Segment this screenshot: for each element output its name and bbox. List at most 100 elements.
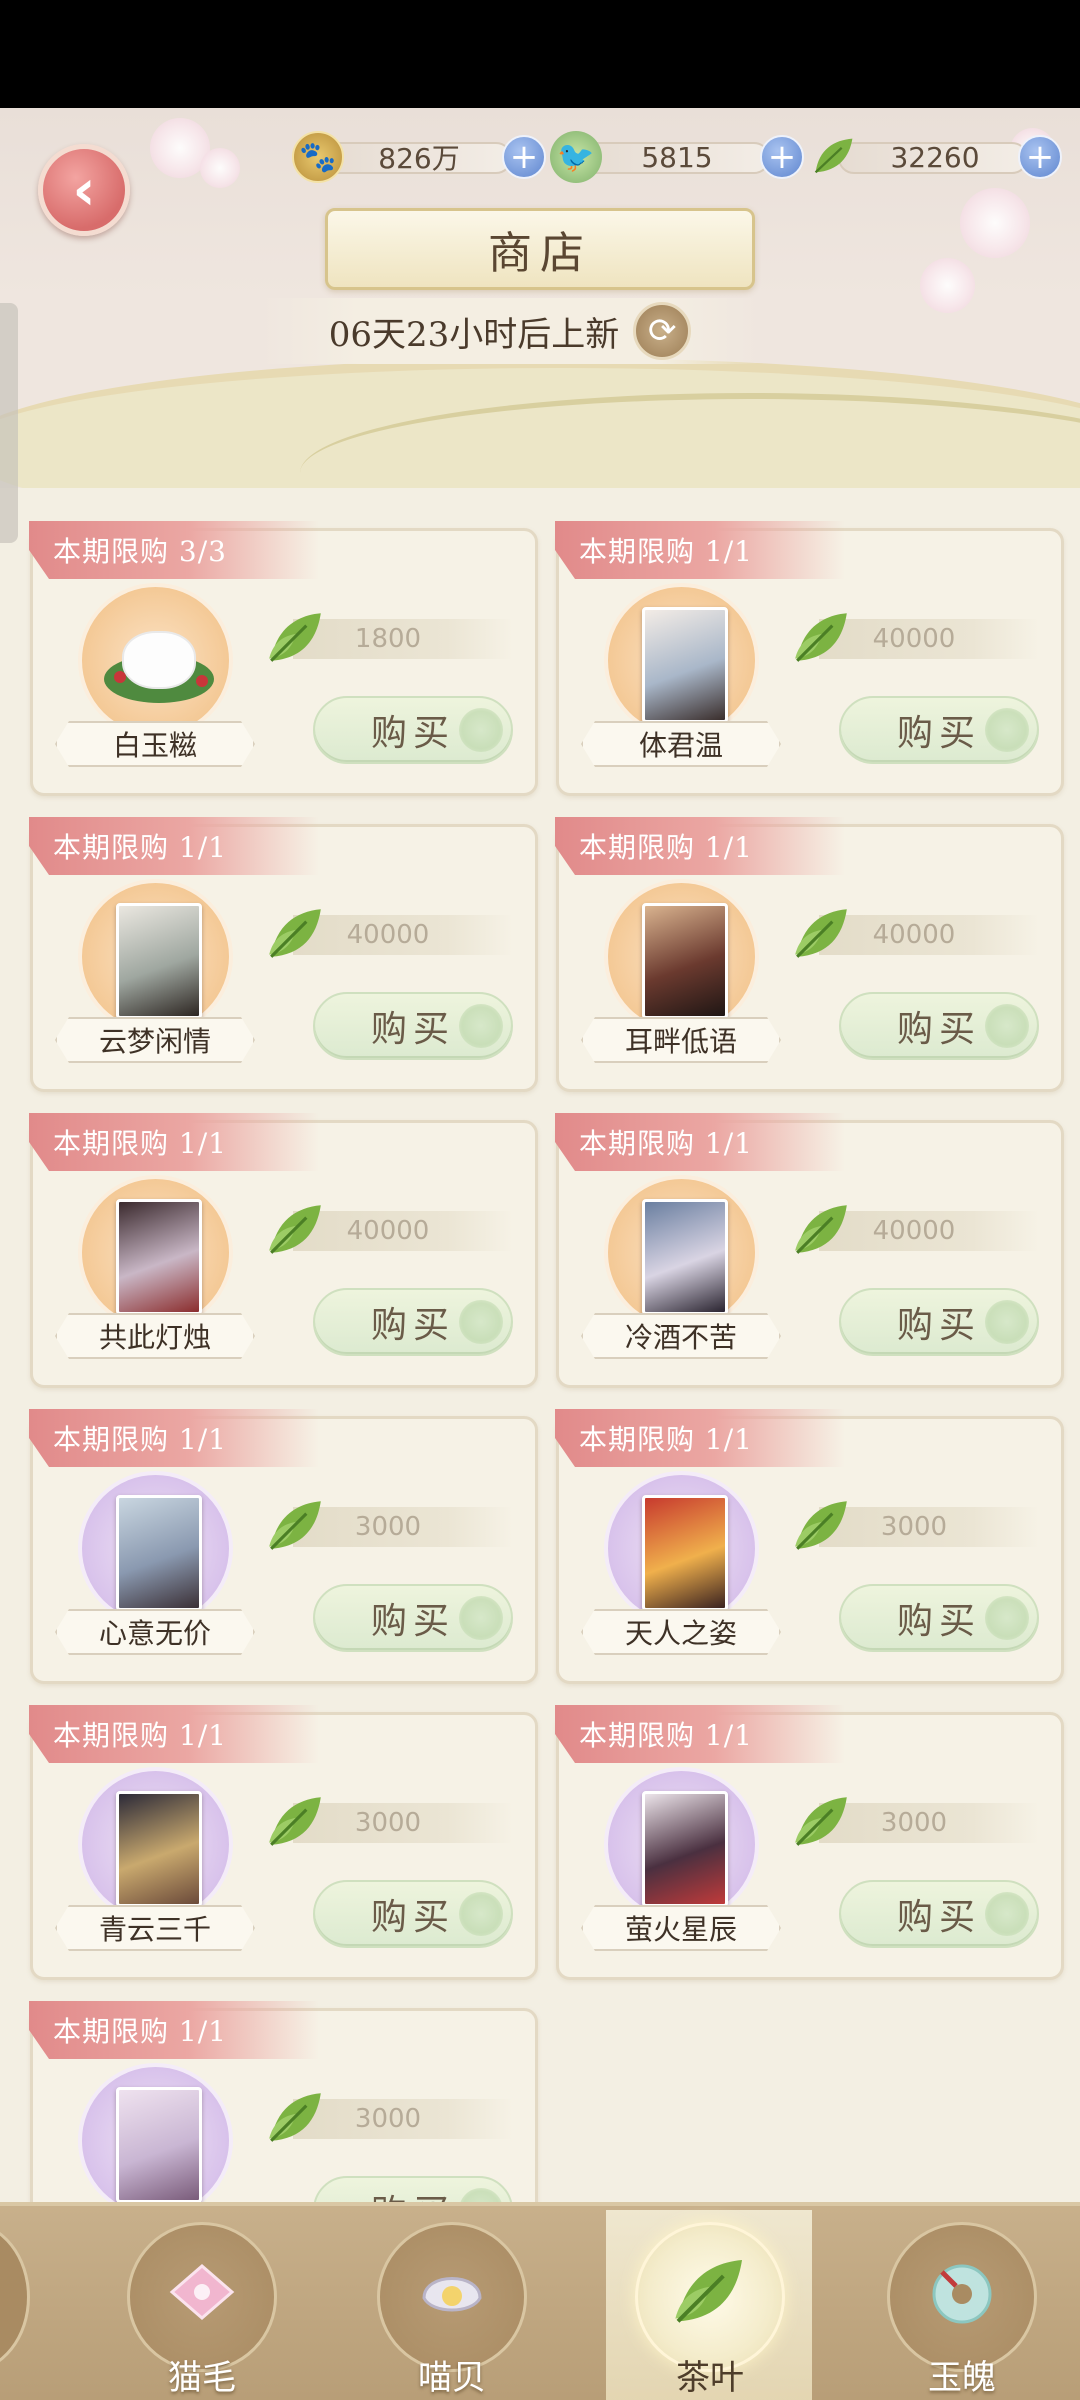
item-name: 冷酒不苦 (581, 1313, 781, 1359)
item-portrait[interactable] (604, 879, 759, 1034)
shop-item-card: 本期限购 1/1 云梦闲情 40000 购买 (29, 817, 538, 1092)
tea-leaf-icon (269, 1797, 321, 1846)
price-value: 3000 (880, 1512, 948, 1542)
buy-label: 购买 (370, 713, 455, 754)
flower-deco-icon (459, 1004, 503, 1048)
buy-label: 购买 (370, 1897, 455, 1938)
item-portrait[interactable] (78, 2063, 233, 2218)
nav-item-shell[interactable]: 喵贝 (372, 2222, 532, 2398)
tea-leaf-icon (269, 909, 321, 958)
currency-green-bird: 🐦 5815 + (550, 131, 804, 183)
character-card-art (116, 2087, 202, 2203)
buy-button[interactable]: 购买 (313, 1584, 513, 1652)
tea-leaf-icon (795, 1501, 847, 1550)
item-portrait[interactable] (604, 1767, 759, 1922)
purchase-limit-banner: 本期限购 1/1 (29, 2001, 319, 2059)
currency-value: 826万 (378, 142, 460, 175)
buy-button[interactable]: 购买 (839, 1880, 1039, 1948)
shop-item-card: 本期限购 1/1 冷酒不苦 40000 购买 (555, 1113, 1064, 1388)
item-portrait[interactable] (604, 1175, 759, 1330)
nav-item-partial[interactable] (0, 2222, 30, 2372)
buy-button[interactable]: 购买 (839, 992, 1039, 1060)
purchase-limit-banner: 本期限购 1/1 (555, 1705, 845, 1763)
refresh-countdown: 06天23小时后上新 (328, 314, 620, 355)
buy-button[interactable]: 购买 (839, 696, 1039, 764)
item-name: 云梦闲情 (55, 1017, 255, 1063)
item-price: 3000 (269, 1497, 513, 1550)
item-portrait[interactable] (604, 583, 759, 738)
character-card-art (642, 1199, 728, 1315)
add-currency-button[interactable]: + (760, 135, 804, 179)
character-card-art (642, 1495, 728, 1611)
item-portrait[interactable] (78, 1471, 233, 1626)
buy-label: 购买 (896, 713, 981, 754)
jade-disc-icon (922, 2252, 1002, 2332)
item-name: 白玉糍 (55, 721, 255, 767)
item-price: 40000 (795, 609, 1039, 662)
flower-deco-icon (459, 1300, 503, 1344)
shop-item-grid: 本期限购 3/3 白玉糍 1800 购买 本期限购 1/1 体君温 40000 … (29, 521, 1064, 2308)
buy-button[interactable]: 购买 (313, 1880, 513, 1948)
buy-label: 购买 (896, 1897, 981, 1938)
item-portrait[interactable] (604, 1471, 759, 1626)
flower-deco-icon (459, 708, 503, 752)
price-value: 1800 (354, 624, 422, 654)
buy-label: 购买 (896, 1305, 981, 1346)
item-price: 3000 (269, 2089, 513, 2142)
shop-item-card: 本期限购 1/1 共此灯烛 40000 购买 (29, 1113, 538, 1388)
item-portrait[interactable] (78, 1175, 233, 1330)
rice-cake-icon (104, 625, 214, 703)
flower-deco-icon (985, 1596, 1029, 1640)
item-portrait[interactable] (78, 583, 233, 738)
buy-button[interactable]: 购买 (839, 1584, 1039, 1652)
purchase-limit-banner: 本期限购 1/1 (29, 1705, 319, 1763)
nav-label: 猫毛 (168, 2358, 236, 2398)
tea-leaf-icon (269, 1501, 321, 1550)
price-value: 3000 (354, 2104, 422, 2134)
shop-screen: ‹ 🐾 826万 + 🐦 5815 + 32260 + 商店 06天23小时后上… (0, 108, 1080, 2400)
price-value: 40000 (872, 624, 956, 654)
nav-label: 喵贝 (418, 2358, 486, 2398)
character-card-art (116, 1199, 202, 1315)
nav-item-cat-fur[interactable]: 猫毛 (122, 2222, 282, 2398)
price-value: 3000 (354, 1512, 422, 1542)
back-button[interactable]: ‹ (38, 144, 130, 236)
purchase-limit-banner: 本期限购 3/3 (29, 521, 319, 579)
purchase-limit-banner: 本期限购 1/1 (29, 1113, 319, 1171)
currency-value: 5815 (641, 140, 713, 174)
purchase-limit-banner: 本期限购 1/1 (29, 1409, 319, 1467)
item-portrait[interactable] (78, 1767, 233, 1922)
item-name: 天人之姿 (581, 1609, 781, 1655)
purchase-limit-banner: 本期限购 1/1 (555, 521, 845, 579)
buy-button[interactable]: 购买 (839, 1288, 1039, 1356)
shop-item-card: 本期限购 3/3 白玉糍 1800 购买 (29, 521, 538, 796)
item-portrait[interactable] (78, 879, 233, 1034)
flower-deco-icon (985, 1892, 1029, 1936)
buy-button[interactable]: 购买 (313, 992, 513, 1060)
nav-item-tea-leaf[interactable]: 茶叶 (630, 2222, 790, 2398)
nav-item-jade[interactable]: 玉魄 (882, 2222, 1042, 2398)
character-card-art (116, 903, 202, 1019)
item-name: 青云三千 (55, 1905, 255, 1951)
tea-leaf-icon (795, 1797, 847, 1846)
buy-label: 购买 (896, 1009, 981, 1050)
add-currency-button[interactable]: + (502, 135, 546, 179)
buy-button[interactable]: 购买 (313, 1288, 513, 1356)
shop-item-card: 本期限购 1/1 青云三千 3000 购买 (29, 1705, 538, 1980)
character-card-art (642, 607, 728, 723)
side-drawer-handle[interactable] (0, 303, 18, 543)
item-name: 耳畔低语 (581, 1017, 781, 1063)
refresh-icon[interactable]: ⟳ (633, 302, 692, 360)
tea-leaf-icon (269, 2093, 321, 2142)
character-card-art (642, 903, 728, 1019)
blossom-decoration (960, 188, 1030, 258)
add-currency-button[interactable]: + (1018, 135, 1062, 179)
buy-button[interactable]: 购买 (313, 696, 513, 764)
tea-leaf-icon (795, 613, 847, 662)
purchase-limit-banner: 本期限购 1/1 (555, 1113, 845, 1171)
tea-leaf-icon (269, 613, 321, 662)
shop-item-card: 本期限购 1/1 天人之姿 3000 购买 (555, 1409, 1064, 1684)
nav-label: 玉魄 (928, 2358, 996, 2398)
tea-leaf-icon (269, 1205, 321, 1254)
item-price: 40000 (269, 1201, 513, 1254)
